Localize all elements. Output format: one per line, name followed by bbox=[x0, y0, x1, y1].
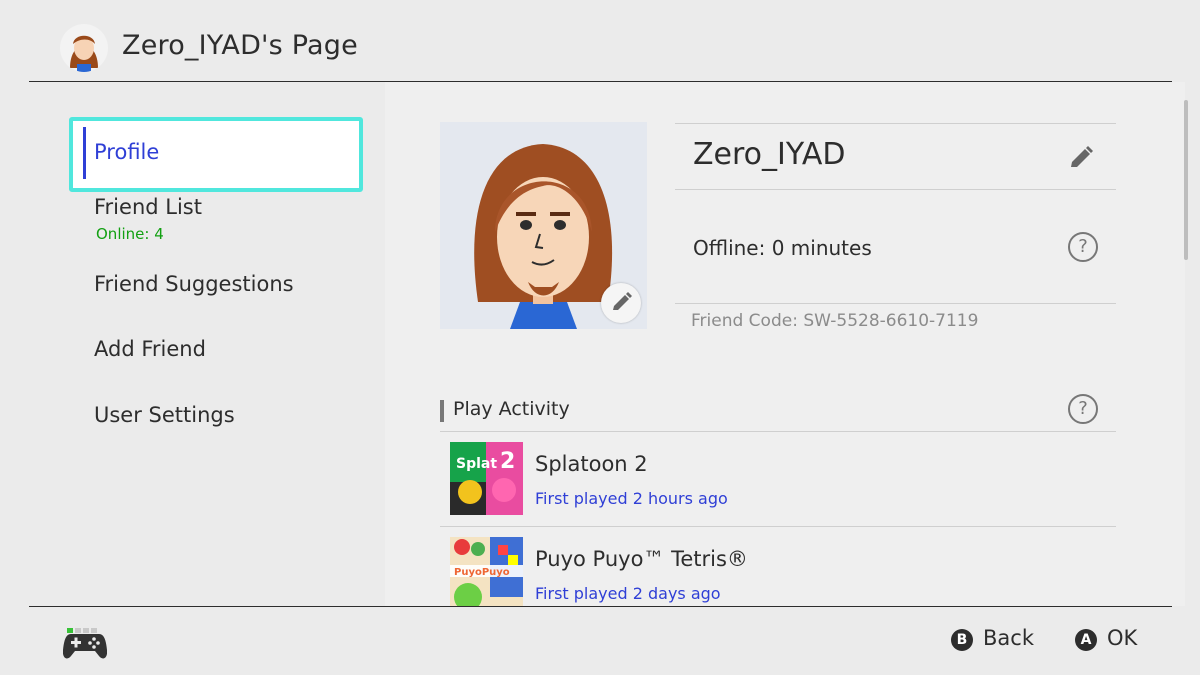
friend-code: Friend Code: SW-5528-6610-7119 bbox=[691, 311, 979, 331]
sidebar-item-profile[interactable]: Profile bbox=[94, 140, 159, 164]
b-button-icon: B bbox=[951, 629, 973, 651]
sidebar-item-user-settings[interactable]: User Settings bbox=[94, 403, 235, 427]
splatoon-2-thumbnail: Splat 2 bbox=[450, 442, 523, 515]
sidebar-selection-indicator bbox=[83, 127, 86, 179]
svg-text:Splat: Splat bbox=[456, 456, 497, 472]
profile-avatar[interactable] bbox=[440, 122, 647, 329]
pencil-icon bbox=[613, 292, 632, 310]
section-marker bbox=[440, 400, 444, 422]
friends-page-screen: Zero_IYAD's Page Profile Friend List Onl… bbox=[0, 0, 1200, 675]
online-status: Offline: 0 minutes bbox=[693, 236, 872, 260]
page-title: Zero_IYAD's Page bbox=[122, 30, 358, 61]
puyo-puyo-tetris-thumbnail: PuyoPuyo bbox=[450, 537, 523, 606]
avatar-edit-button[interactable] bbox=[601, 283, 641, 323]
scrollbar[interactable] bbox=[1184, 100, 1188, 260]
game-first-played: First played 2 hours ago bbox=[535, 489, 728, 508]
play-activity-title: Play Activity bbox=[453, 398, 570, 420]
page-header: Zero_IYAD's Page bbox=[0, 0, 1200, 82]
svg-text:2: 2 bbox=[500, 449, 515, 474]
profile-name: Zero_IYAD bbox=[693, 137, 846, 172]
ok-label: OK bbox=[1107, 626, 1138, 650]
divider bbox=[675, 123, 1116, 124]
game-first-played: First played 2 days ago bbox=[535, 584, 721, 603]
divider bbox=[675, 189, 1116, 190]
header-avatar bbox=[60, 24, 108, 72]
controller-icon bbox=[62, 628, 108, 662]
game-title: Puyo Puyo™ Tetris® bbox=[535, 547, 748, 571]
back-label: Back bbox=[983, 626, 1034, 650]
game-title: Splatoon 2 bbox=[535, 452, 648, 476]
divider bbox=[675, 303, 1116, 304]
footer: B Back A OK bbox=[0, 606, 1200, 675]
ok-button[interactable]: A OK bbox=[1075, 625, 1165, 655]
game-row-puyo-puyo-tetris[interactable]: PuyoPuyo Puyo Puyo™ Tetris® First played… bbox=[440, 527, 1116, 606]
a-button-icon: A bbox=[1075, 629, 1097, 651]
sidebar-item-friend-list[interactable]: Friend List bbox=[94, 195, 202, 219]
svg-text:PuyoPuyo: PuyoPuyo bbox=[454, 567, 510, 578]
sidebar-item-friend-suggestions[interactable]: Friend Suggestions bbox=[94, 272, 294, 296]
footer-divider bbox=[29, 606, 1172, 607]
profile-panel: Zero_IYAD Offline: 0 minutes ? Friend Co… bbox=[385, 82, 1185, 606]
edit-name-button[interactable] bbox=[1067, 142, 1097, 172]
game-row-splatoon-2[interactable]: Splat 2 Splatoon 2 First played 2 hours … bbox=[440, 432, 1116, 526]
pencil-icon bbox=[1071, 146, 1093, 167]
play-activity-help-icon[interactable]: ? bbox=[1068, 394, 1098, 424]
status-help-icon[interactable]: ? bbox=[1068, 232, 1098, 262]
back-button[interactable]: B Back bbox=[951, 625, 1061, 655]
sidebar: Profile Friend List Online: 4 Friend Sug… bbox=[0, 82, 385, 606]
sidebar-item-add-friend[interactable]: Add Friend bbox=[94, 337, 206, 361]
online-count-label: Online: 4 bbox=[96, 225, 164, 243]
